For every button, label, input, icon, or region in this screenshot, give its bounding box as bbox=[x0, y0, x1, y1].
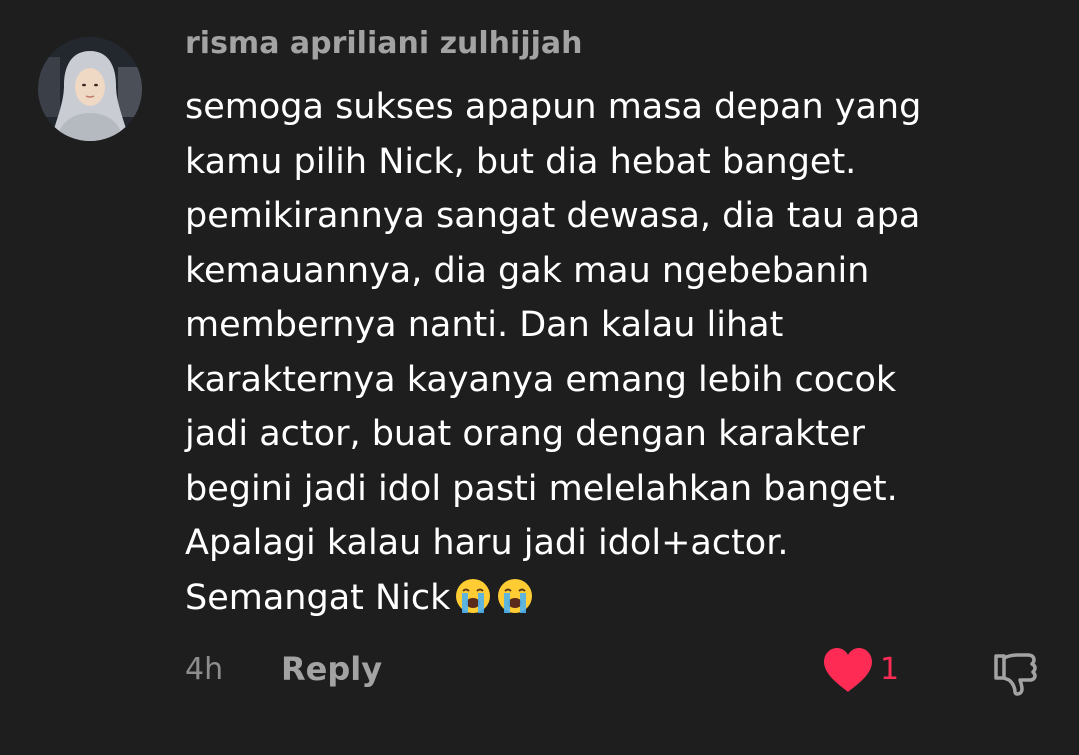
crying-face-emoji bbox=[498, 578, 533, 613]
comment-username[interactable]: risma apriliani zulhijjah bbox=[185, 26, 583, 61]
comment-footer: 4h Reply 1 bbox=[0, 640, 1079, 700]
thumbs-down-icon[interactable] bbox=[990, 648, 1040, 698]
like-count: 1 bbox=[880, 652, 900, 687]
comment-text-content: semoga sukses apapun masa depan yang kam… bbox=[185, 87, 922, 618]
comment-text: semoga sukses apapun masa depan yang kam… bbox=[185, 80, 1045, 625]
comment-timestamp: 4h bbox=[185, 652, 224, 687]
avatar[interactable] bbox=[38, 37, 142, 141]
crying-face-emoji bbox=[456, 578, 491, 613]
reply-button[interactable]: Reply bbox=[281, 650, 382, 688]
heart-icon[interactable] bbox=[822, 646, 874, 694]
comment-item: risma apriliani zulhijjah semoga sukses … bbox=[0, 0, 1079, 755]
